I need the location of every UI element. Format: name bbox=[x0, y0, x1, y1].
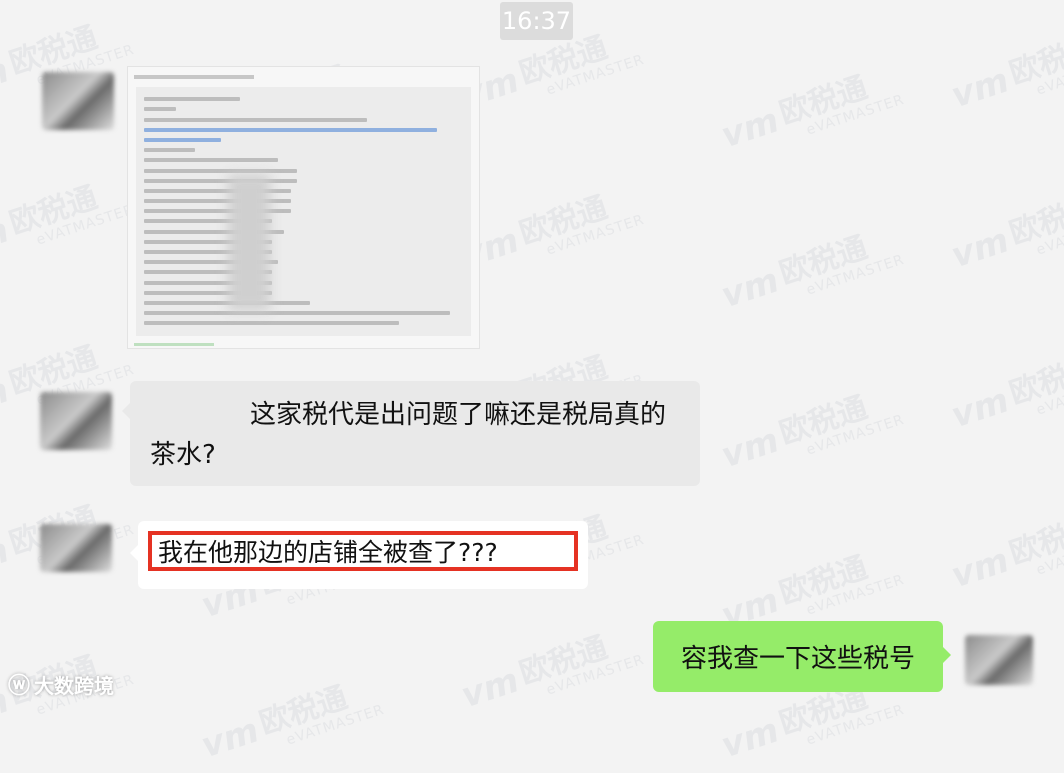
message-text: 容我查一下这些税号 bbox=[680, 644, 915, 674]
brand-watermark: ⓦ 大数跨境 bbox=[8, 668, 114, 700]
image-message[interactable] bbox=[127, 66, 480, 349]
avatar[interactable] bbox=[42, 72, 114, 130]
watermark: vm欧税通eVATMASTER bbox=[946, 190, 1064, 277]
watermark: vm欧税通eVATMASTER bbox=[0, 180, 137, 267]
watermark: vm欧税通eVATMASTER bbox=[456, 190, 647, 277]
document-thumbnail bbox=[136, 87, 471, 336]
weibo-icon: ⓦ bbox=[8, 674, 31, 699]
watermark: vm欧税通eVATMASTER bbox=[716, 550, 907, 637]
message-bubble[interactable]: 这家税代是出问题了嘛还是税局真的茶水? bbox=[122, 381, 700, 486]
image-footer bbox=[134, 343, 214, 346]
timestamp: 16:37 bbox=[500, 2, 573, 40]
watermark: vm欧税通eVATMASTER bbox=[716, 390, 907, 477]
highlight-box: 我在他那边的店铺全被查了??? bbox=[148, 531, 578, 571]
avatar[interactable] bbox=[40, 392, 112, 450]
watermark: vm欧税通eVATMASTER bbox=[946, 30, 1064, 117]
image-header bbox=[134, 75, 254, 79]
message-bubble-highlighted[interactable]: 我在他那边的店铺全被查了??? bbox=[130, 521, 588, 589]
brand-label: 大数跨境 bbox=[34, 673, 115, 698]
avatar[interactable] bbox=[40, 524, 112, 572]
watermark: vm欧税通eVATMASTER bbox=[946, 350, 1064, 437]
watermark: vm欧税通eVATMASTER bbox=[716, 70, 907, 157]
avatar-self[interactable] bbox=[965, 635, 1033, 685]
watermark: vm欧税通eVATMASTER bbox=[946, 510, 1064, 597]
redacted-area bbox=[228, 175, 270, 310]
message-text: 我在他那边的店铺全被查了??? bbox=[158, 538, 498, 567]
message-bubble-outgoing[interactable]: 容我查一下这些税号 bbox=[653, 621, 951, 692]
watermark: vm欧税通eVATMASTER bbox=[196, 680, 387, 767]
redacted-name bbox=[150, 404, 250, 427]
watermark: vm欧税通eVATMASTER bbox=[716, 230, 907, 317]
watermark: vm欧税通eVATMASTER bbox=[456, 630, 647, 717]
